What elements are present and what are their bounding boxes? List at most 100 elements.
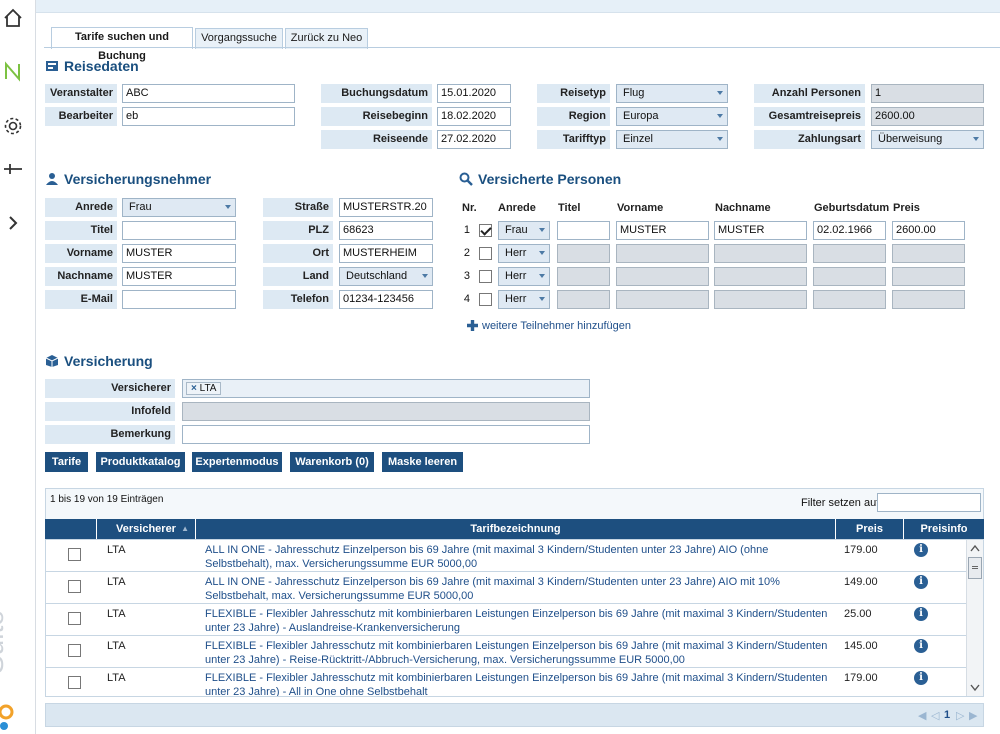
buchungsdatum-input[interactable]: 15.01.2020 <box>437 84 511 103</box>
warenkorb-button[interactable]: Warenkorb (0) <box>290 452 374 472</box>
vp-row-anrede-select[interactable]: Frau <box>498 221 550 240</box>
prev-page-icon[interactable]: ◁ <box>931 709 939 722</box>
label-reiseende: Reiseende <box>321 130 432 149</box>
vp-row-checkbox[interactable] <box>479 224 492 237</box>
table-row[interactable]: LTA FLEXIBLE - Flexibler Jahresschutz mi… <box>46 668 966 696</box>
tab-zurueck-zu-neo[interactable]: Zurück zu Neo <box>285 28 368 49</box>
ort-input[interactable]: MUSTERHEIM <box>339 244 433 263</box>
row-versicherer: LTA <box>107 576 126 588</box>
next-page-icon[interactable]: ▷ <box>956 709 964 722</box>
th-preisinfo[interactable]: Preisinfo <box>904 519 984 539</box>
neo-n-icon[interactable] <box>2 60 24 82</box>
chevron-up-icon[interactable] <box>970 544 980 552</box>
vp-row-vorname-input[interactable]: MUSTER <box>616 221 709 240</box>
table-row[interactable]: LTA FLEXIBLE - Flexibler Jahresschutz mi… <box>46 636 966 668</box>
reiseende-input[interactable]: 27.02.2020 <box>437 130 511 149</box>
filter-input[interactable] <box>877 493 981 512</box>
info-icon[interactable]: i <box>914 671 928 685</box>
row-checkbox[interactable] <box>68 580 81 593</box>
vp-row-checkbox[interactable] <box>479 247 492 260</box>
info-icon[interactable]: i <box>914 639 928 653</box>
plus-icon[interactable] <box>466 319 479 332</box>
label-plz: PLZ <box>263 221 333 240</box>
add-participant-link[interactable]: weitere Teilnehmer hinzufügen <box>482 320 631 332</box>
vp-row-anrede-select[interactable]: Herr <box>498 244 550 263</box>
reisetyp-select[interactable]: Flug <box>616 84 728 103</box>
tab-tarife-suchen[interactable]: Tarife suchen und Buchung <box>51 27 193 62</box>
sort-icon: ▲ <box>181 524 189 533</box>
vp-row-anrede-select[interactable]: Herr <box>498 290 550 309</box>
row-checkbox[interactable] <box>68 612 81 625</box>
chevron-right-icon[interactable] <box>2 212 24 234</box>
veranstalter-input[interactable]: ABC <box>122 84 295 103</box>
label-anrede: Anrede <box>45 198 117 217</box>
table-row[interactable]: LTA ALL IN ONE - Jahresschutz Einzelpers… <box>46 572 966 604</box>
vp-row-titel-input <box>557 290 610 309</box>
row-checkbox[interactable] <box>68 676 81 689</box>
vp-row-geburtsdatum-input[interactable]: 02.02.1966 <box>813 221 886 240</box>
row-tarifbezeichnung[interactable]: FLEXIBLE - Flexibler Jahresschutz mit ko… <box>205 607 835 635</box>
maske-leeren-button[interactable]: Maske leeren <box>382 452 463 472</box>
chevron-down-icon <box>539 297 545 301</box>
row-tarifbezeichnung[interactable]: FLEXIBLE - Flexibler Jahresschutz mit ko… <box>205 639 835 667</box>
bearbeiter-input[interactable]: eb <box>122 107 295 126</box>
reisebeginn-input[interactable]: 18.02.2020 <box>437 107 511 126</box>
expertenmodus-button[interactable]: Expertenmodus <box>192 452 282 472</box>
search-icon <box>459 172 473 186</box>
th-tarifbezeichnung[interactable]: Tarifbezeichnung <box>196 519 836 539</box>
vp-row-checkbox[interactable] <box>479 293 492 306</box>
row-tarifbezeichnung[interactable]: ALL IN ONE - Jahresschutz Einzelperson b… <box>205 543 835 571</box>
label-zahlungsart: Zahlungsart <box>754 130 865 149</box>
label-buchungsdatum: Buchungsdatum <box>321 84 432 103</box>
th-preis[interactable]: Preis <box>836 519 904 539</box>
land-select[interactable]: Deutschland <box>339 267 433 286</box>
info-icon[interactable]: i <box>914 575 928 589</box>
person-icon <box>46 173 58 185</box>
zahlungsart-select[interactable]: Überweisung <box>871 130 984 149</box>
region-select[interactable]: Europa <box>616 107 728 126</box>
row-tarifbezeichnung[interactable]: ALL IN ONE - Jahresschutz Einzelperson b… <box>205 575 835 603</box>
tarife-button[interactable]: Tarife <box>45 452 88 472</box>
vp-row-checkbox[interactable] <box>479 270 492 283</box>
row-tarifbezeichnung[interactable]: FLEXIBLE - Flexibler Jahresschutz mit ko… <box>205 671 835 696</box>
tarifftyp-select[interactable]: Einzel <box>616 130 728 149</box>
gear-icon[interactable] <box>2 115 24 137</box>
email-input[interactable] <box>122 290 236 309</box>
plz-input[interactable]: 68623 <box>339 221 433 240</box>
versicherer-multiselect[interactable] <box>182 379 590 398</box>
table-row[interactable]: LTA FLEXIBLE - Flexibler Jahresschutz mi… <box>46 604 966 636</box>
tab-divider <box>44 47 1000 48</box>
titel-input[interactable] <box>122 221 236 240</box>
scroll-thumb[interactable] <box>968 557 982 579</box>
anzahl-personen-field: 1 <box>871 84 984 103</box>
row-checkbox[interactable] <box>68 644 81 657</box>
versicherer-chip[interactable]: × LTA <box>186 382 222 395</box>
tab-vorgangssuche[interactable]: Vorgangssuche <box>195 28 283 49</box>
anrede-select[interactable]: Frau <box>122 198 236 217</box>
vp-row-preis-input[interactable]: 2600.00 <box>892 221 965 240</box>
nachname-input[interactable]: MUSTER <box>122 267 236 286</box>
anrede-value: Frau <box>129 201 152 213</box>
info-icon[interactable]: i <box>914 543 928 557</box>
plus-minus-icon[interactable] <box>2 158 24 180</box>
last-page-icon[interactable]: ▶ <box>969 709 977 722</box>
table-scrollbar[interactable] <box>966 540 983 696</box>
row-checkbox[interactable] <box>68 548 81 561</box>
chevron-down-icon[interactable] <box>970 684 980 692</box>
vp-row-titel-input[interactable] <box>557 221 610 240</box>
first-page-icon[interactable]: ◀ <box>918 709 926 722</box>
bemerkung-input[interactable] <box>182 425 590 444</box>
table-row[interactable]: LTA ALL IN ONE - Jahresschutz Einzelpers… <box>46 540 966 572</box>
vp-row-nachname-input[interactable]: MUSTER <box>714 221 807 240</box>
vp-row-anrede-select[interactable]: Herr <box>498 267 550 286</box>
vorname-input[interactable]: MUSTER <box>122 244 236 263</box>
strasse-input[interactable]: MUSTERSTR.20 <box>339 198 433 217</box>
home-icon[interactable] <box>2 7 24 29</box>
info-icon[interactable]: i <box>914 607 928 621</box>
th-versicherer[interactable]: Versicherer ▲ <box>97 519 196 539</box>
chevron-down-icon <box>539 228 545 232</box>
telefon-input[interactable]: 01234-123456 <box>339 290 433 309</box>
close-icon[interactable]: × <box>191 383 197 394</box>
produktkatalog-button[interactable]: Produktkatalog <box>96 452 185 472</box>
current-page[interactable]: 1 <box>944 709 950 721</box>
